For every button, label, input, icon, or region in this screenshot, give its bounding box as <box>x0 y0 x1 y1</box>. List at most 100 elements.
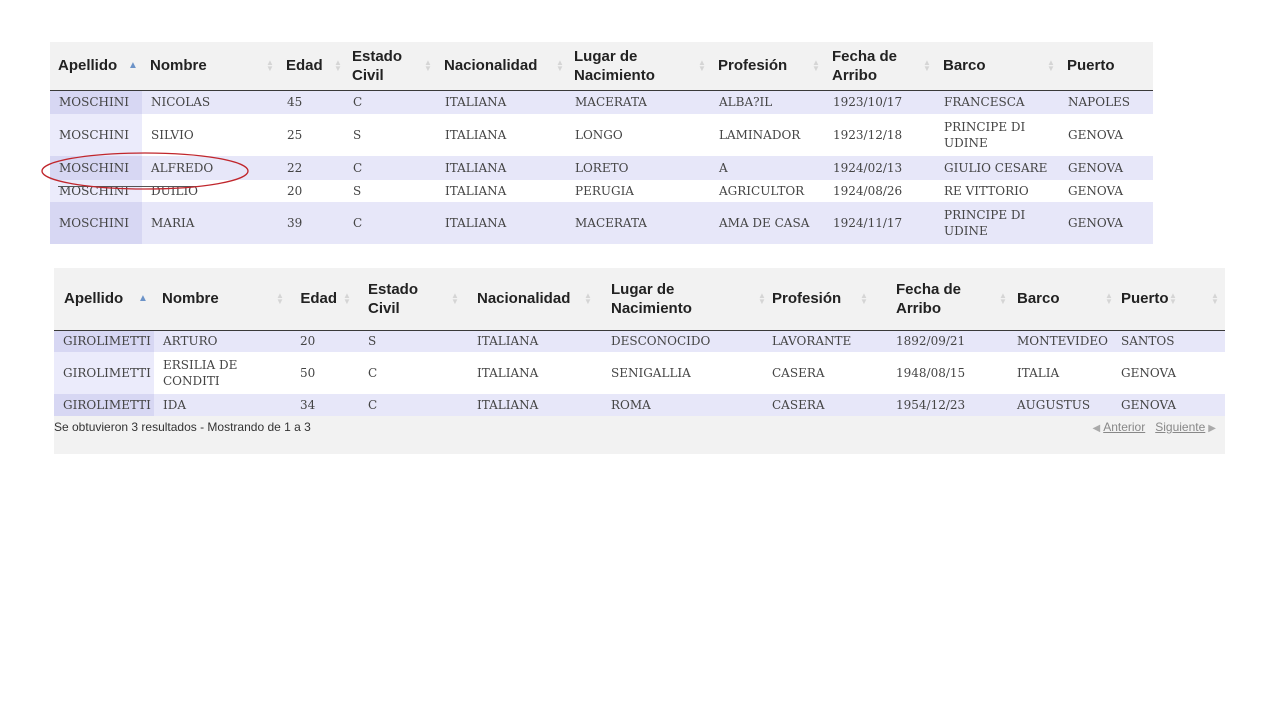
cell-profesion: AMA DE CASA <box>710 202 824 244</box>
cell-edad: 39 <box>278 202 344 244</box>
table-row[interactable]: MOSCHINI NICOLAS 45 C ITALIANA MACERATA … <box>50 90 1153 114</box>
cell-puerto: GENOVA <box>1059 114 1153 156</box>
cell-nacionalidad: ITALIANA <box>436 180 566 202</box>
sort-both-icon: ▲ ▼ <box>424 57 432 73</box>
column-header-nombre[interactable]: Nombre ▲ ▼ <box>154 268 288 330</box>
sort-both-icon: ▲ ▼ <box>758 290 766 306</box>
table-row[interactable]: MOSCHINI DUILIO 20 S ITALIANA PERUGIA AG… <box>50 180 1153 202</box>
cell-barco: AUGUSTUS <box>1011 394 1117 416</box>
cell-barco: MONTEVIDEO <box>1011 330 1117 352</box>
column-header-apellido[interactable]: Apellido ▲ <box>50 42 142 90</box>
cell-estado-civil: C <box>353 394 463 416</box>
cell-barco: RE VITTORIO <box>935 180 1059 202</box>
cell-barco: PRINCIPE DI UDINE <box>935 114 1059 156</box>
cell-nombre: SILVIO <box>142 114 278 156</box>
chevron-left-icon: ◀ <box>1092 423 1101 434</box>
moschini-results-table-block: Apellido ▲ Nombre ▲ ▼ Edad ▲ ▼ Estado Civil ▲ ▼… <box>50 42 1153 244</box>
column-header-nacionalidad[interactable]: Nacionalidad ▲ ▼ <box>463 268 594 330</box>
cell-lugar: MACERATA <box>566 202 710 244</box>
sort-both-icon: ▲ ▼ <box>1105 290 1113 306</box>
sort-both-icon: ▲ ▼ <box>1169 290 1177 306</box>
column-header-puerto[interactable]: Puerto <box>1059 42 1153 90</box>
sort-both-icon: ▲ ▼ <box>584 290 592 306</box>
cell-fecha: 1923/10/17 <box>824 90 935 114</box>
cell-estado-civil: S <box>344 114 436 156</box>
cell-profesion: CASERA <box>770 352 872 394</box>
cell-apellido: MOSCHINI <box>50 114 142 156</box>
cell-fecha: 1924/02/13 <box>824 156 935 180</box>
column-header-puerto[interactable]: Puerto ▲ ▼ <box>1117 268 1177 330</box>
column-header-edad[interactable]: Edad ▲ ▼ <box>288 268 353 330</box>
cell-fecha: 1924/08/26 <box>824 180 935 202</box>
next-page-link[interactable]: Siguiente <box>1155 420 1205 434</box>
cell-fecha: 1954/12/23 <box>872 394 1011 416</box>
cell-puerto: GENOVA <box>1059 156 1153 180</box>
column-header-nombre[interactable]: Nombre ▲ ▼ <box>142 42 278 90</box>
cell-apellido: GIROLIMETTI <box>54 330 154 352</box>
cell-nombre: MARIA <box>142 202 278 244</box>
results-info: Se obtuvieron 3 resultados - Mostrando d… <box>54 420 311 434</box>
column-header-fecha-de-arribo[interactable]: Fecha de Arribo ▲ ▼ <box>872 268 1011 330</box>
cell-nombre: NICOLAS <box>142 90 278 114</box>
sort-both-icon: ▲ ▼ <box>451 290 459 306</box>
column-header-apellido[interactable]: Apellido ▲ <box>54 268 154 330</box>
cell-puerto: GENOVA <box>1059 202 1153 244</box>
cell-edad: 20 <box>288 330 353 352</box>
column-header-estado-civil[interactable]: Estado Civil ▲ ▼ <box>353 268 463 330</box>
cell-extra <box>1177 330 1225 352</box>
girolimetti-results-table: Apellido ▲ Nombre ▲ ▼ Edad ▲ ▼ Estado Civil ▲ ▼… <box>54 268 1225 416</box>
sort-both-icon: ▲ ▼ <box>812 57 820 73</box>
table-row[interactable]: MOSCHINI SILVIO 25 S ITALIANA LONGO LAMI… <box>50 114 1153 156</box>
table-row[interactable]: MOSCHINI MARIA 39 C ITALIANA MACERATA AM… <box>50 202 1153 244</box>
table-row[interactable]: GIROLIMETTI IDA 34 C ITALIANA ROMA CASER… <box>54 394 1225 416</box>
column-header-extra[interactable]: ▲ ▼ <box>1177 268 1225 330</box>
column-header-lugar-de-nacimiento[interactable]: Lugar de Nacimiento ▲ ▼ <box>594 268 770 330</box>
cell-barco: GIULIO CESARE <box>935 156 1059 180</box>
cell-estado-civil: C <box>353 352 463 394</box>
table-row[interactable]: GIROLIMETTI ERSILIA DE CONDITI 50 C ITAL… <box>54 352 1225 394</box>
sort-both-icon: ▲ ▼ <box>276 290 284 306</box>
sort-ascending-icon: ▲ <box>138 292 148 304</box>
cell-nacionalidad: ITALIANA <box>436 114 566 156</box>
cell-lugar: MACERATA <box>566 90 710 114</box>
column-header-edad[interactable]: Edad ▲ ▼ <box>278 42 344 90</box>
cell-nacionalidad: ITALIANA <box>463 330 594 352</box>
sort-both-icon: ▲ ▼ <box>343 290 351 306</box>
previous-page-link[interactable]: Anterior <box>1103 420 1145 434</box>
cell-extra <box>1177 352 1225 394</box>
cell-nacionalidad: ITALIANA <box>463 352 594 394</box>
cell-estado-civil: C <box>344 90 436 114</box>
cell-fecha: 1924/11/17 <box>824 202 935 244</box>
cell-lugar: DESCONOCIDO <box>594 330 770 352</box>
cell-fecha: 1923/12/18 <box>824 114 935 156</box>
pagination: ◀ Anterior Siguiente ▶ <box>1090 420 1220 434</box>
cell-profesion: LAMINADOR <box>710 114 824 156</box>
cell-nombre: DUILIO <box>142 180 278 202</box>
cell-barco: ITALIA <box>1011 352 1117 394</box>
cell-puerto: SANTOS <box>1117 330 1177 352</box>
table-row[interactable]: GIROLIMETTI ARTURO 20 S ITALIANA DESCONO… <box>54 330 1225 352</box>
column-header-lugar-de-nacimiento[interactable]: Lugar de Nacimiento ▲ ▼ <box>566 42 710 90</box>
column-header-estado-civil[interactable]: Estado Civil ▲ ▼ <box>344 42 436 90</box>
cell-profesion: ALBA?IL <box>710 90 824 114</box>
cell-profesion: CASERA <box>770 394 872 416</box>
column-header-profesion[interactable]: Profesión ▲ ▼ <box>770 268 872 330</box>
cell-fecha: 1892/09/21 <box>872 330 1011 352</box>
cell-puerto: GENOVA <box>1117 352 1177 394</box>
column-header-barco[interactable]: Barco ▲ ▼ <box>935 42 1059 90</box>
column-header-nacionalidad[interactable]: Nacionalidad ▲ ▼ <box>436 42 566 90</box>
table-header-row: Apellido ▲ Nombre ▲ ▼ Edad ▲ ▼ Estado Civil ▲ ▼… <box>50 42 1153 90</box>
cell-lugar: PERUGIA <box>566 180 710 202</box>
table-row[interactable]: MOSCHINI ALFREDO 22 C ITALIANA LORETO A … <box>50 156 1153 180</box>
cell-nacionalidad: ITALIANA <box>436 156 566 180</box>
cell-edad: 34 <box>288 394 353 416</box>
column-header-profesion[interactable]: Profesión ▲ ▼ <box>710 42 824 90</box>
column-header-fecha-de-arribo[interactable]: Fecha de Arribo ▲ ▼ <box>824 42 935 90</box>
cell-puerto: GENOVA <box>1059 180 1153 202</box>
table-footer: Se obtuvieron 3 resultados - Mostrando d… <box>54 416 1225 454</box>
column-header-barco[interactable]: Barco ▲ ▼ <box>1011 268 1117 330</box>
cell-edad: 20 <box>278 180 344 202</box>
cell-barco: PRINCIPE DI UDINE <box>935 202 1059 244</box>
cell-nombre: ERSILIA DE CONDITI <box>154 352 288 394</box>
sort-both-icon: ▲ ▼ <box>1211 290 1219 306</box>
